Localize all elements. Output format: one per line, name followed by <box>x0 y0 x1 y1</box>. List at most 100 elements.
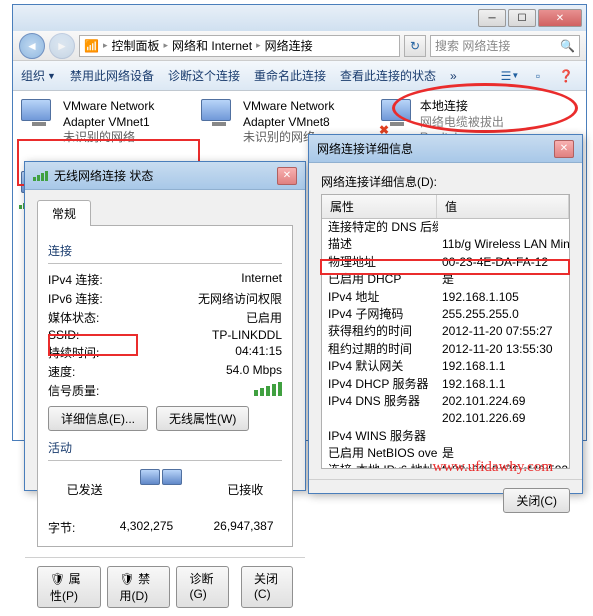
bytes-sent: 4,302,275 <box>108 519 185 536</box>
adapter-icon <box>21 99 57 135</box>
adapter-icon <box>201 99 237 135</box>
details-row[interactable]: 202.101.226.69 <box>322 410 569 427</box>
dialog-titlebar: 无线网络连接 状态 ✕ <box>25 162 305 190</box>
prop-value: 192.168.1.1 <box>438 376 569 393</box>
adapter-icon: ✖ <box>381 99 414 135</box>
dialog-title-text: 无线网络连接 状态 <box>54 167 153 184</box>
prop-name: 连接特定的 DNS 后缀 <box>322 219 438 236</box>
toolbar-overflow[interactable]: » <box>450 69 457 83</box>
search-icon: 🔍 <box>560 39 575 53</box>
prop-value: 是 <box>438 271 569 288</box>
prop-name: 已启用 NetBIOS ove... <box>322 445 438 462</box>
details-row[interactable]: 连接特定的 DNS 后缀 <box>322 219 569 236</box>
crumb-control-panel[interactable]: 控制面板 <box>111 37 159 54</box>
search-placeholder: 搜索 网络连接 <box>435 37 510 54</box>
details-row[interactable]: 描述11b/g Wireless LAN Mini PCI Ex <box>322 236 569 253</box>
details-row[interactable]: 物理地址00-23-4E-DA-FA-12 <box>322 254 569 271</box>
dialog-close-button[interactable]: ✕ <box>277 167 297 185</box>
prop-value <box>438 219 569 236</box>
col-property[interactable]: 属性 <box>322 195 437 218</box>
prop-value: 192.168.1.1 <box>438 358 569 375</box>
prop-name: IPv4 DNS 服务器 <box>322 393 438 410</box>
prop-name: IPv4 DHCP 服务器 <box>322 376 438 393</box>
details-row[interactable]: 已启用 DHCP是 <box>322 271 569 288</box>
wireless-props-button[interactable]: 无线属性(W) <box>156 406 249 431</box>
activity-icon <box>140 469 190 509</box>
prop-name: 获得租约的时间 <box>322 323 438 340</box>
rename-button[interactable]: 重命名此连接 <box>254 67 326 84</box>
prop-name <box>322 410 438 427</box>
prop-value: 202.101.224.69 <box>438 393 569 410</box>
details-row[interactable]: IPv4 子网掩码255.255.255.0 <box>322 306 569 323</box>
signal-icon <box>33 171 48 181</box>
details-row[interactable]: 租约过期的时间2012-11-20 13:55:30 <box>322 341 569 358</box>
col-value[interactable]: 值 <box>437 195 569 218</box>
adapter-name: VMware Network Adapter VMnet1 <box>63 99 191 130</box>
properties-button[interactable]: 🛡 属性(P) <box>37 566 101 608</box>
details-row[interactable]: 获得租约的时间2012-11-20 07:55:27 <box>322 323 569 340</box>
prop-value: 11b/g Wireless LAN Mini PCI Ex <box>438 236 569 253</box>
details-row[interactable]: IPv4 DNS 服务器202.101.224.69 <box>322 393 569 410</box>
details-row[interactable]: IPv4 默认网关192.168.1.1 <box>322 358 569 375</box>
search-input[interactable]: 搜索 网络连接 🔍 <box>430 35 580 57</box>
address-bar[interactable]: 📶 ▸ 控制面板 ▸ 网络和 Internet ▸ 网络连接 <box>79 35 400 57</box>
toolbar: 组织 ▼ 禁用此网络设备 诊断这个连接 重命名此连接 查看此连接的状态 » ☰ … <box>13 61 586 91</box>
label-sent: 已发送 <box>67 481 103 498</box>
adapter-status: 未识别的网络 <box>63 130 191 146</box>
details-button[interactable]: 详细信息(E)... <box>48 406 148 431</box>
prop-name: 物理地址 <box>322 254 438 271</box>
close-button[interactable]: 关闭(C) <box>241 566 293 608</box>
details-subtitle: 网络连接详细信息(D): <box>321 173 570 190</box>
prop-value: 192.168.1.105 <box>438 289 569 306</box>
prop-name: IPv4 WINS 服务器 <box>322 428 438 445</box>
label-received: 已接收 <box>227 481 263 498</box>
preview-pane-button[interactable]: ▫ <box>526 66 550 86</box>
maximize-button[interactable]: ☐ <box>508 9 536 27</box>
crumb-network-internet[interactable]: 网络和 Internet <box>172 37 252 54</box>
quality-bars <box>254 382 282 396</box>
details-row[interactable]: IPv4 WINS 服务器 <box>322 428 569 445</box>
dialog-close-button[interactable]: ✕ <box>554 140 574 158</box>
prop-value: 2012-11-20 07:55:27 <box>438 323 569 340</box>
bytes-recv: 26,947,387 <box>205 519 282 536</box>
view-mode-button[interactable]: ☰ ▼ <box>498 66 522 86</box>
section-connection: 连接 <box>48 242 282 259</box>
disable-button[interactable]: 🛡 禁用(D) <box>107 566 171 608</box>
dialog-titlebar: 网络连接详细信息 ✕ <box>309 135 582 163</box>
diagnose-button[interactable]: 诊断这个连接 <box>168 67 240 84</box>
diagnose-button[interactable]: 诊断(G) <box>176 566 228 608</box>
titlebar: ─ ☐ ✕ <box>13 5 586 31</box>
adapter-vmnet1[interactable]: VMware Network Adapter VMnet1 未识别的网络 <box>21 99 191 161</box>
prop-value: 2012-11-20 13:55:30 <box>438 341 569 358</box>
prop-name: 已启用 DHCP <box>322 271 438 288</box>
help-button[interactable]: ❓ <box>554 66 578 86</box>
prop-name: 租约过期的时间 <box>322 341 438 358</box>
section-activity: 活动 <box>48 439 282 456</box>
minimize-button[interactable]: ─ <box>478 9 506 27</box>
prop-value: 255.255.255.0 <box>438 306 569 323</box>
network-icon: 📶 <box>84 39 99 53</box>
refresh-button[interactable]: ↻ <box>404 35 426 57</box>
organize-menu[interactable]: 组织 ▼ <box>21 67 56 84</box>
adapter-name: 本地连接 <box>420 99 551 115</box>
forward-button[interactable]: ► <box>49 33 75 59</box>
close-button[interactable]: 关闭(C) <box>503 488 570 513</box>
tab-general[interactable]: 常规 <box>37 200 91 226</box>
prop-name: IPv4 默认网关 <box>322 358 438 375</box>
prop-name: IPv4 子网掩码 <box>322 306 438 323</box>
prop-name: 描述 <box>322 236 438 253</box>
prop-value: 00-23-4E-DA-FA-12 <box>438 254 569 271</box>
details-list: 属性 值 连接特定的 DNS 后缀描述11b/g Wireless LAN Mi… <box>321 194 570 469</box>
back-button[interactable]: ◄ <box>19 33 45 59</box>
view-status-button[interactable]: 查看此连接的状态 <box>340 67 436 84</box>
prop-name: IPv4 地址 <box>322 289 438 306</box>
crumb-network-connections[interactable]: 网络连接 <box>265 37 313 54</box>
prop-name: 连接-本地 IPv6 地址 <box>322 462 438 469</box>
prop-value <box>438 428 569 445</box>
details-row[interactable]: IPv4 DHCP 服务器192.168.1.1 <box>322 376 569 393</box>
close-button[interactable]: ✕ <box>538 9 582 27</box>
adapter-name: VMware Network Adapter VMnet8 <box>243 99 371 130</box>
details-row[interactable]: IPv4 地址192.168.1.105 <box>322 289 569 306</box>
disable-device-button[interactable]: 禁用此网络设备 <box>70 67 154 84</box>
prop-value: 202.101.226.69 <box>438 410 569 427</box>
